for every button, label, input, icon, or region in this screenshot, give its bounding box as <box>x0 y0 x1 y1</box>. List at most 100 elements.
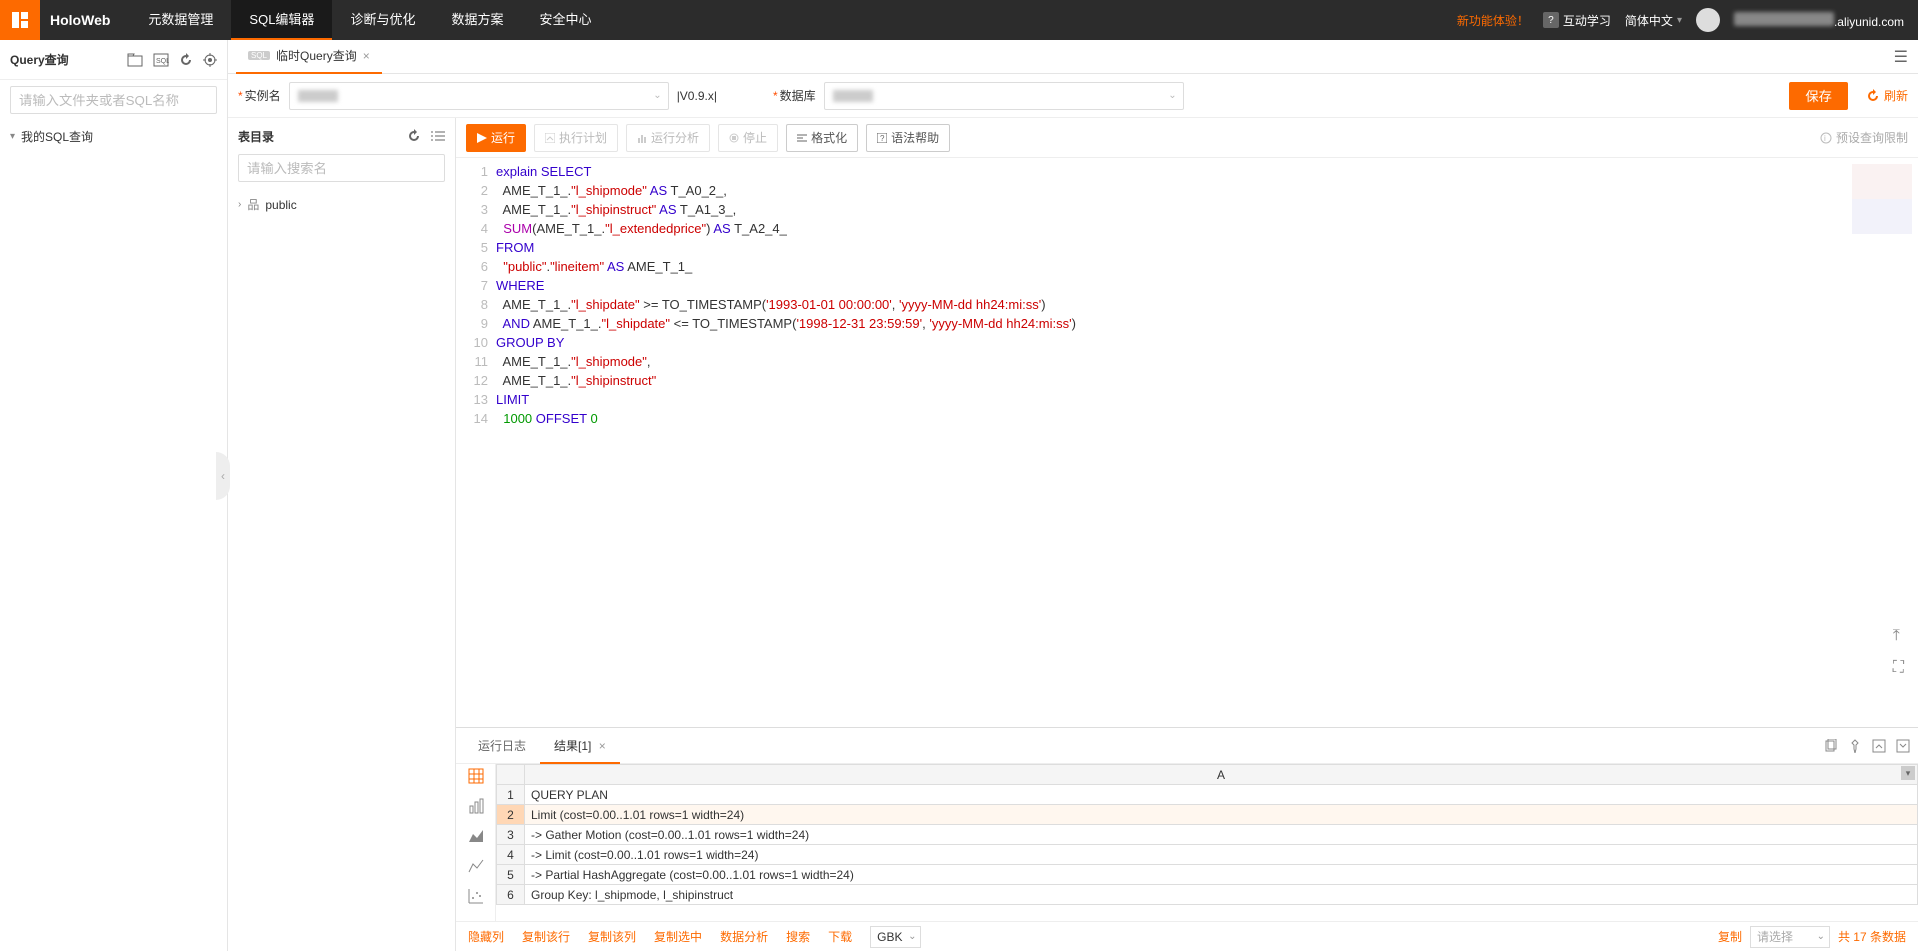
close-icon[interactable]: × <box>599 739 606 753</box>
view-switch <box>456 764 496 921</box>
hide-columns-link[interactable]: 隐藏列 <box>468 928 504 945</box>
bar-chart-icon[interactable] <box>468 798 484 814</box>
schema-node-public[interactable]: ›品public <box>238 192 445 217</box>
format-button[interactable]: 格式化 <box>786 124 858 152</box>
minimap[interactable] <box>1852 164 1912 234</box>
table-view-icon[interactable] <box>468 768 484 784</box>
copy-row-link[interactable]: 复制该行 <box>522 928 570 945</box>
database-select[interactable]: ⌄ <box>824 82 1184 110</box>
table-row[interactable]: 6 Group Key: l_shipmode, l_shipinstruct <box>497 885 1918 905</box>
refresh-button[interactable]: 刷新 <box>1866 87 1908 104</box>
collapse-sidebar-button[interactable]: ‹ <box>216 452 230 500</box>
user-label: .aliyunid.com <box>1734 12 1904 29</box>
list-icon[interactable] <box>431 129 445 143</box>
table-panel: 表目录 ›品public <box>228 118 456 951</box>
sql-editor[interactable]: 1234567891011121314 explain SELECT AME_T… <box>456 158 1918 727</box>
column-header-a[interactable]: A▾ <box>525 765 1918 785</box>
copy-column-link[interactable]: 复制该列 <box>588 928 636 945</box>
tab-temp-query[interactable]: SQL 临时Query查询 × <box>236 40 382 74</box>
editor-toolbar: 运行 执行计划 运行分析 停止 格式化 ?语法帮助 i预设查询限制 <box>456 118 1918 158</box>
brand-label: HoloWeb <box>40 12 130 28</box>
corner-cell[interactable] <box>497 765 525 785</box>
row-count-label: 共 17 条数据 <box>1838 928 1906 945</box>
chevron-down-icon: ⌄ <box>1817 931 1825 942</box>
tab-result-1[interactable]: 结果[1] × <box>540 728 620 764</box>
menu-icon[interactable]: ☰ <box>1894 47 1908 67</box>
topbar-right: 新功能体验！ ?互动学习 简体中文▾ .aliyunid.com <box>1457 8 1918 32</box>
results-panel: 运行日志 结果[1] × <box>456 727 1918 951</box>
save-button[interactable]: 保存 <box>1789 82 1848 110</box>
run-button[interactable]: 运行 <box>466 124 526 152</box>
copy-icon[interactable] <box>1824 739 1838 753</box>
search-link[interactable]: 搜索 <box>786 928 810 945</box>
sql-file-icon[interactable]: SQL <box>153 53 169 67</box>
nav-item[interactable]: 诊断与优化 <box>332 0 433 40</box>
nav-item[interactable]: 元数据管理 <box>130 0 231 40</box>
table-panel-title: 表目录 <box>238 128 407 145</box>
query-limit-hint[interactable]: i预设查询限制 <box>1820 129 1908 146</box>
version-label: |V0.9.x| <box>677 89 717 103</box>
logo-icon <box>0 0 40 40</box>
chevron-down-icon: ⌄ <box>1168 90 1176 101</box>
interactive-learning-link[interactable]: ?互动学习 <box>1543 12 1611 29</box>
nav-item[interactable]: 数据方案 <box>433 0 521 40</box>
column-menu-icon[interactable]: ▾ <box>1901 766 1915 780</box>
tree-node-my-sql[interactable]: ▾我的SQL查询 <box>10 124 217 149</box>
tab-run-log[interactable]: 运行日志 <box>464 728 540 764</box>
help-icon: ? <box>1543 12 1559 28</box>
language-switch[interactable]: 简体中文▾ <box>1625 12 1682 29</box>
data-analyze-link[interactable]: 数据分析 <box>720 928 768 945</box>
download-link[interactable]: 下载 <box>828 928 852 945</box>
sidebar: Query查询 SQL ▾我的SQL查询 <box>0 40 228 951</box>
caret-right-icon: › <box>238 199 241 210</box>
table-row[interactable]: 2Limit (cost=0.00..1.01 rows=1 width=24) <box>497 805 1918 825</box>
copy-link[interactable]: 复制 <box>1718 928 1742 945</box>
new-experience-link[interactable]: 新功能体验！ <box>1457 12 1529 29</box>
encoding-select[interactable]: GBK⌄ <box>870 926 921 948</box>
table-search-input[interactable] <box>238 154 445 182</box>
nav-item[interactable]: SQL编辑器 <box>231 0 332 40</box>
table-row[interactable]: 3 -> Gather Motion (cost=0.00..1.01 rows… <box>497 825 1918 845</box>
explain-button[interactable]: 执行计划 <box>534 124 618 152</box>
result-grid[interactable]: A▾ 1QUERY PLAN2Limit (cost=0.00..1.01 ro… <box>496 764 1918 905</box>
line-chart-icon[interactable] <box>468 858 484 874</box>
results-footer: 隐藏列 复制该行 复制该列 复制选中 数据分析 搜索 下载 GBK⌄ 复制 请选… <box>456 921 1918 951</box>
area-chart-icon[interactable] <box>468 828 484 844</box>
scatter-chart-icon[interactable] <box>468 888 484 904</box>
avatar[interactable] <box>1696 8 1720 32</box>
grammar-help-button[interactable]: ?语法帮助 <box>866 124 950 152</box>
params-row: *实例名 ⌄ |V0.9.x| *数据库 ⌄ 保存 刷新 <box>228 74 1918 118</box>
nav: 元数据管理SQL编辑器诊断与优化数据方案安全中心 <box>130 0 609 40</box>
folder-icon[interactable] <box>127 53 143 67</box>
tab-row: SQL 临时Query查询 × ☰ <box>228 40 1918 74</box>
sql-tag-icon: SQL <box>248 51 270 60</box>
topbar: HoloWeb 元数据管理SQL编辑器诊断与优化数据方案安全中心 新功能体验！ … <box>0 0 1918 40</box>
refresh-icon[interactable] <box>179 53 193 67</box>
table-row[interactable]: 1QUERY PLAN <box>497 785 1918 805</box>
scroll-top-icon[interactable]: ⤒ <box>1893 627 1904 645</box>
collapse-up-icon[interactable] <box>1872 739 1886 753</box>
chevron-down-icon: ⌄ <box>653 90 661 101</box>
analyze-button[interactable]: 运行分析 <box>626 124 710 152</box>
fullscreen-icon[interactable]: ⛶ <box>1893 659 1904 677</box>
copy-selection-link[interactable]: 复制选中 <box>654 928 702 945</box>
nav-item[interactable]: 安全中心 <box>521 0 609 40</box>
database-label: *数据库 <box>773 87 816 104</box>
table-row[interactable]: 4 -> Limit (cost=0.00..1.01 rows=1 width… <box>497 845 1918 865</box>
copy-format-select[interactable]: 请选择⌄ <box>1750 926 1830 948</box>
pin-icon[interactable] <box>1848 739 1862 753</box>
stop-button[interactable]: 停止 <box>718 124 778 152</box>
sidebar-search-input[interactable] <box>10 86 217 114</box>
refresh-icon[interactable] <box>407 129 421 143</box>
instance-select[interactable]: ⌄ <box>289 82 669 110</box>
chevron-down-icon: ⌄ <box>908 931 916 942</box>
close-icon[interactable]: × <box>363 49 370 63</box>
instance-label: *实例名 <box>238 87 281 104</box>
expand-down-icon[interactable] <box>1896 739 1910 753</box>
sidebar-title: Query查询 <box>10 51 127 68</box>
target-icon[interactable] <box>203 53 217 67</box>
svg-text:SQL: SQL <box>156 58 169 65</box>
chevron-down-icon: ▾ <box>1677 15 1682 26</box>
table-row[interactable]: 5 -> Partial HashAggregate (cost=0.00..1… <box>497 865 1918 885</box>
svg-text:?: ? <box>880 134 885 143</box>
